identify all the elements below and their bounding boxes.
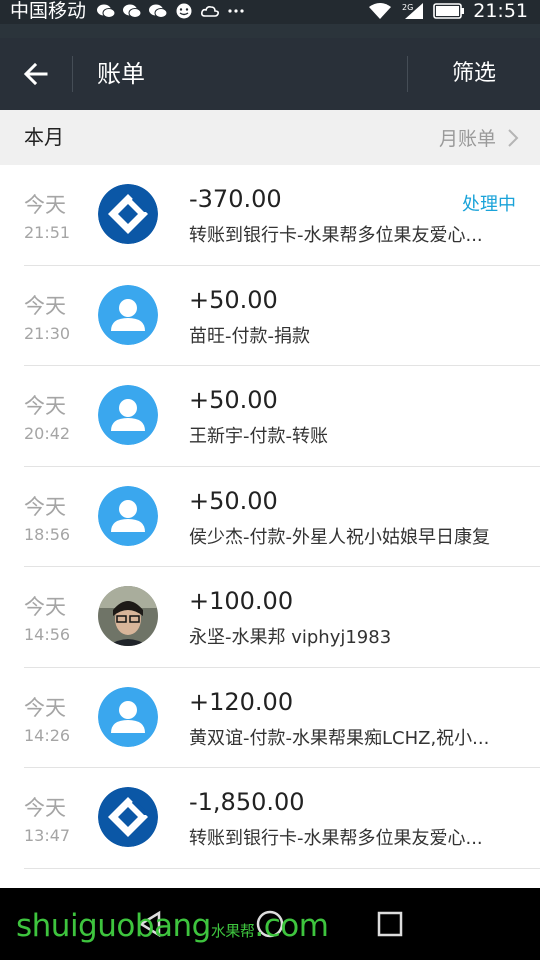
transaction-row[interactable]: 今天 14:56 +100.00 永坚-水果邦 viphyj1983: [0, 567, 540, 668]
clock: 21:51: [473, 0, 528, 22]
more-dots-icon: [228, 9, 244, 13]
wechat-icon: [97, 4, 116, 18]
transaction-day: 今天: [24, 293, 66, 318]
transaction-time: 13:47: [24, 826, 71, 845]
square-recent-icon: [377, 911, 403, 937]
nav-recent-button[interactable]: [370, 904, 410, 944]
title-bar: 账单 筛选: [0, 38, 540, 110]
transaction-time: 20:42: [24, 424, 71, 443]
default-user-avatar: [98, 284, 158, 345]
transaction-row[interactable]: 今天 14:26 +120.00 黄双谊-付款-水果帮果痴LCHZ,祝小...: [0, 668, 540, 769]
transaction-day: 今天: [24, 695, 66, 720]
transaction-list: 今天 21:51 -370.00 转账到银行卡-水果帮多位果友爱心... 处理中 今天 21…: [0, 165, 540, 869]
page-title: 账单: [97, 60, 145, 88]
month-section-header: 本月 月账单: [0, 110, 540, 165]
notification-ticker: [0, 24, 540, 38]
default-user-avatar: [98, 686, 158, 747]
transaction-row[interactable]: 今天 21:51 -370.00 转账到银行卡-水果帮多位果友爱心... 处理中: [0, 165, 540, 266]
carrier-label: 中国移动: [10, 0, 87, 22]
transaction-description: 永坚-水果邦 viphyj1983: [189, 627, 392, 648]
back-button[interactable]: [0, 38, 72, 110]
battery-icon: [433, 3, 465, 19]
signal-icon: 2G: [402, 3, 424, 19]
status-right: 2G 21:51: [367, 0, 528, 22]
transaction-amount: +50.00: [189, 486, 278, 515]
transaction-day: 今天: [24, 394, 66, 418]
status-badge: 处理中: [462, 194, 516, 215]
wechat-icon: [123, 4, 142, 18]
watermark-text: shuiguobang: [16, 908, 211, 944]
transaction-day: 今天: [24, 193, 66, 217]
transaction-description: 侯少杰-付款-外星人祝小姑娘早日康复: [189, 526, 490, 548]
chevron-right-icon: [508, 128, 519, 147]
transaction-description: 转账到银行卡-水果帮多位果友爱心...: [189, 225, 483, 246]
wechat-icon: [149, 4, 168, 18]
smiley-icon: [176, 3, 192, 19]
transaction-day: 今天: [24, 796, 66, 820]
cloud-icon: [201, 6, 219, 17]
default-user-avatar: [98, 385, 158, 445]
signal-type-label: 2G: [402, 3, 413, 12]
transaction-description: 转账到银行卡-水果帮多位果友爱心...: [189, 828, 483, 849]
transaction-amount: +100.00: [189, 587, 294, 615]
transaction-time: 14:56: [24, 625, 71, 644]
transaction-amount: +50.00: [189, 285, 278, 314]
bank-logo-icon: [98, 184, 158, 244]
monthly-bill-label: 月账单: [438, 128, 496, 150]
transaction-day: 今天: [24, 494, 66, 519]
transaction-description: 王新宇-付款-转账: [189, 426, 328, 447]
transaction-description: 黄双谊-付款-水果帮果痴LCHZ,祝小...: [189, 727, 490, 749]
monthly-bill-link[interactable]: 月账单: [439, 110, 520, 165]
transaction-row[interactable]: 今天 20:42 +50.00 王新宇-付款-转账: [0, 366, 540, 467]
transaction-time: 21:51: [24, 223, 71, 242]
transaction-time: 18:56: [24, 524, 71, 544]
notification-icons: [96, 0, 246, 22]
transaction-amount: -1,850.00: [189, 788, 305, 816]
transaction-row[interactable]: 今天 18:56 +50.00 侯少杰-付款-外星人祝小姑娘早日康复: [0, 467, 540, 568]
transaction-amount: -370.00: [189, 185, 282, 213]
wifi-icon: [369, 3, 392, 19]
transaction-day: 今天: [24, 595, 66, 619]
status-bar: 中国移动 2G 21:51: [0, 0, 540, 38]
watermark-suffix: .com: [254, 908, 329, 944]
watermark: shuiguobang水果帮.com: [16, 908, 329, 944]
transaction-time: 21:30: [24, 323, 71, 343]
transaction-description: 苗旺-付款-捐款: [189, 325, 310, 347]
watermark-cn: 水果帮: [210, 922, 255, 940]
month-label: 本月: [24, 125, 64, 149]
default-user-avatar: [98, 485, 158, 546]
transaction-time: 14:26: [24, 725, 71, 745]
divider: [72, 56, 73, 92]
bank-logo-icon: [98, 787, 158, 847]
transaction-row[interactable]: 今天 21:30 +50.00 苗旺-付款-捐款: [0, 266, 540, 367]
transaction-amount: +120.00: [189, 687, 294, 716]
transaction-amount: +50.00: [189, 386, 278, 414]
transaction-row[interactable]: 今天 13:47 -1,850.00 转账到银行卡-水果帮多位果友爱心...: [0, 768, 540, 869]
filter-button[interactable]: 筛选: [408, 38, 540, 110]
user-photo-avatar: [98, 586, 158, 646]
back-arrow-icon: [23, 62, 48, 86]
